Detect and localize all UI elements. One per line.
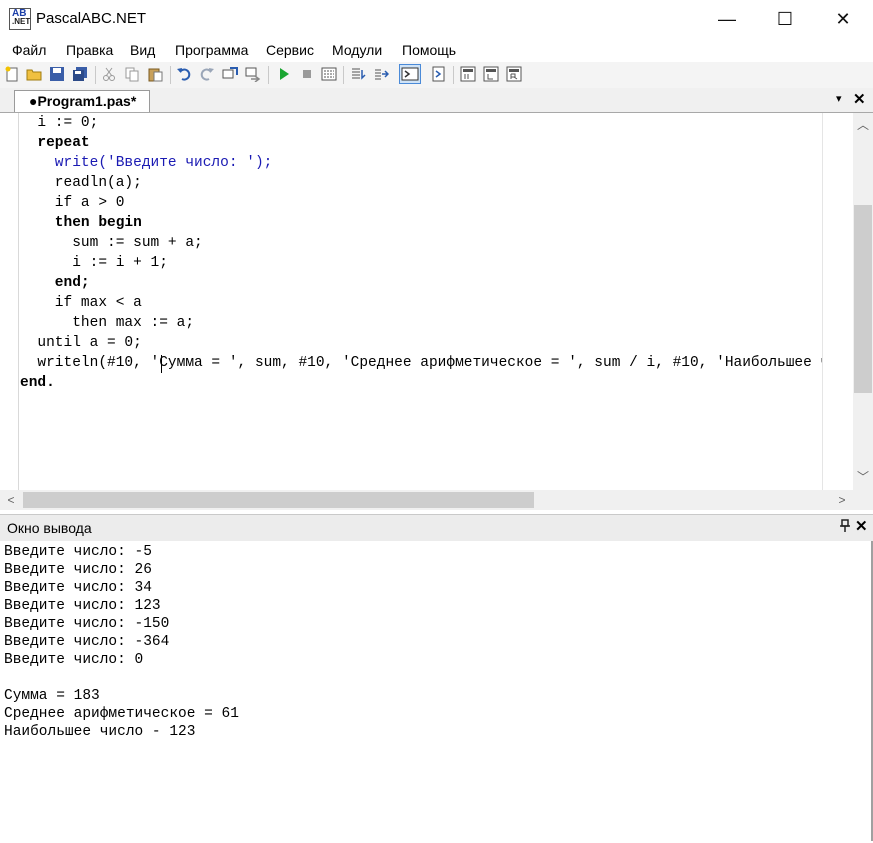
save-icon[interactable] (49, 66, 65, 82)
app-icon-text-bottom: .NET (12, 17, 31, 26)
menu-view[interactable]: Вид (130, 42, 155, 58)
window-title: PascalABC.NET (36, 10, 147, 27)
tab-program1[interactable]: ●Program1.pas* (14, 90, 150, 112)
output-line: Введите число: -5 (4, 544, 152, 560)
step-into-icon[interactable] (350, 66, 366, 82)
code-line-9: end; (20, 275, 90, 291)
minimize-button[interactable]: — (698, 0, 756, 38)
menu-bar: Файл Правка Вид Программа Сервис Модули … (0, 38, 873, 62)
paste-icon[interactable] (147, 66, 163, 82)
scroll-up-arrow-icon[interactable]: ︿ (855, 116, 871, 133)
code-editor[interactable]: i := 0; repeat write('Введите число: ');… (0, 113, 873, 510)
scroll-right-arrow-icon[interactable]: > (834, 493, 850, 507)
output-line: Введите число: 34 (4, 580, 152, 596)
pin-icon[interactable] (839, 519, 851, 536)
code-line-8: i := i + 1; (20, 255, 168, 271)
toolbar-separator (95, 66, 96, 84)
editor-margin-line (822, 113, 823, 490)
run-icon[interactable] (276, 66, 292, 82)
output-panel-title: Окно вывода (7, 520, 92, 536)
close-output-panel-button[interactable]: ✕ (855, 517, 868, 535)
copy-icon[interactable] (124, 66, 140, 82)
close-tab-button[interactable]: ✕ (853, 90, 866, 108)
menu-program[interactable]: Программа (175, 42, 248, 58)
scroll-down-arrow-icon[interactable]: ﹀ (855, 468, 871, 485)
code-line-14: end. (20, 375, 55, 391)
output-line: Сумма = 183 (4, 688, 100, 704)
output-line: Введите число: 26 (4, 562, 152, 578)
title-bar: AB .NET PascalABC.NET — ☐ ✕ (0, 0, 873, 38)
output-line: Введите число: 123 (4, 598, 161, 614)
editor-vertical-scrollbar[interactable]: ︿ ﹀ (853, 113, 873, 490)
code-line-4: readln(a); (20, 175, 142, 191)
tab-list-dropdown-icon[interactable]: ▾ (836, 92, 842, 105)
menu-edit[interactable]: Правка (66, 42, 113, 58)
output-line: Введите число: -364 (4, 634, 170, 650)
output-line: Среднее арифметическое = 61 (4, 706, 239, 722)
undo-icon[interactable] (176, 66, 192, 82)
output-line: Введите число: 0 (4, 652, 144, 668)
new-file-icon[interactable] (4, 66, 20, 82)
debug-1-icon[interactable] (460, 66, 476, 82)
code-line-12: until a = 0; (20, 335, 142, 351)
app-icon[interactable]: AB .NET (9, 8, 31, 30)
save-all-icon[interactable] (72, 66, 88, 82)
menu-file[interactable]: Файл (12, 42, 46, 58)
open-folder-icon[interactable] (26, 66, 42, 82)
cut-icon[interactable] (101, 66, 117, 82)
code-line-3: write('Введите число: '); (20, 155, 273, 171)
toolbar-separator (170, 66, 171, 84)
text-caret (161, 355, 162, 373)
toolbar-separator (268, 66, 269, 84)
toolbar-separator (343, 66, 344, 84)
code-line-2: repeat (20, 135, 90, 151)
output-console[interactable]: Введите число: -5 Введите число: 26 Введ… (0, 541, 873, 841)
replace-icon[interactable] (245, 66, 261, 83)
debug-3-icon[interactable] (506, 66, 522, 82)
code-line-7: sum := sum + a; (20, 235, 203, 251)
find-icon[interactable] (222, 66, 238, 82)
debug-2-icon[interactable] (483, 66, 499, 82)
output-panel-header: Окно вывода ✕ (0, 514, 873, 542)
output-line: Наибольшее число - 123 (4, 724, 196, 740)
editor-horizontal-scrollbar[interactable]: < > (0, 490, 853, 510)
toolbar-separator (453, 66, 454, 84)
stop-icon[interactable] (299, 66, 315, 82)
menu-modules[interactable]: Модули (332, 42, 382, 58)
code-line-5: if a > 0 (20, 195, 125, 211)
editor-horizontal-scroll-thumb[interactable] (23, 492, 534, 508)
watch-icon[interactable] (431, 66, 447, 82)
scroll-corner (853, 490, 873, 510)
editor-vertical-scroll-thumb[interactable] (854, 205, 872, 393)
editor-tab-strip: ●Program1.pas* ▾ ✕ (0, 88, 873, 113)
step-over-icon[interactable] (373, 66, 390, 82)
output-window-icon[interactable] (399, 64, 421, 84)
code-line-1: i := 0; (20, 115, 99, 131)
compile-icon[interactable] (321, 66, 337, 82)
code-line-6: then begin (20, 215, 142, 231)
menu-help[interactable]: Помощь (402, 42, 456, 58)
output-line: Введите число: -150 (4, 616, 170, 632)
menu-service[interactable]: Сервис (266, 42, 314, 58)
toolbar (0, 62, 873, 89)
code-line-11: then max := a; (20, 315, 195, 331)
scroll-left-arrow-icon[interactable]: < (3, 493, 19, 507)
code-line-10: if max < a (20, 295, 142, 311)
code-area[interactable]: i := 0; repeat write('Введите число: ');… (20, 113, 822, 490)
close-window-button[interactable]: ✕ (814, 0, 872, 38)
maximize-button[interactable]: ☐ (756, 0, 814, 38)
editor-gutter (0, 113, 19, 490)
code-line-13: writeln(#10, 'Сумма = ', sum, #10, 'Сред… (37, 355, 822, 371)
redo-icon[interactable] (199, 66, 215, 82)
